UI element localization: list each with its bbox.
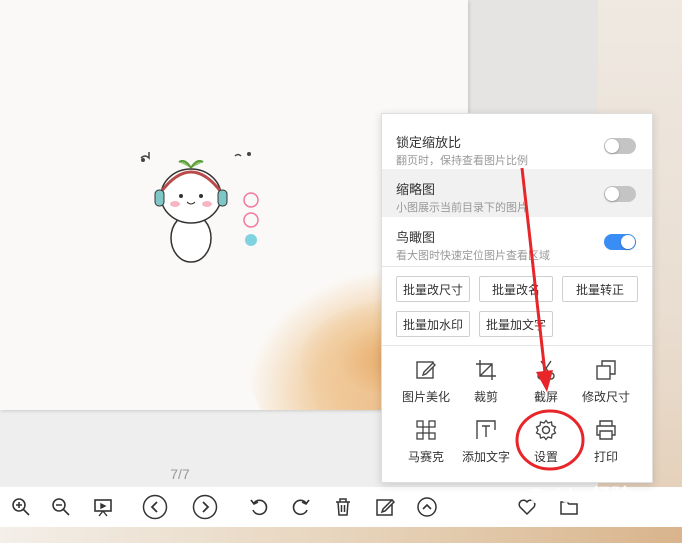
more-icon[interactable] bbox=[414, 494, 440, 520]
settings-panel: 锁定缩放比 翻页时，保持查看图片比例 缩略图 小图展示当前目录下的图片 鸟瞰图 … bbox=[381, 113, 653, 483]
crop-icon bbox=[476, 360, 496, 380]
batch-rename-button[interactable]: 批量改名 bbox=[479, 276, 553, 302]
thumbnail-title: 缩略图 bbox=[396, 183, 436, 198]
beautify-label: 图片美化 bbox=[401, 390, 450, 404]
lock-zoom-toggle[interactable] bbox=[604, 138, 636, 154]
background-strip bbox=[0, 527, 682, 543]
birdseye-row[interactable]: 鸟瞰图 看大图时快速定位图片查看区域 bbox=[382, 217, 652, 265]
beautify-tool[interactable]: 图片美化 bbox=[396, 358, 456, 410]
crop-label: 裁剪 bbox=[473, 390, 498, 404]
watermark-text: Baidu 经验 bbox=[530, 486, 632, 508]
scissors-icon bbox=[537, 360, 555, 380]
resize-label: 修改尺寸 bbox=[581, 390, 630, 404]
lock-zoom-row[interactable]: 锁定缩放比 翻页时，保持查看图片比例 bbox=[382, 114, 652, 167]
birdseye-toggle[interactable] bbox=[604, 234, 636, 250]
batch-add-text-button[interactable]: 批量加文字 bbox=[479, 311, 553, 337]
rotate-left-icon[interactable] bbox=[246, 494, 272, 520]
toggle-knob bbox=[605, 139, 619, 153]
lock-zoom-title: 锁定缩放比 bbox=[396, 136, 462, 151]
delete-icon[interactable] bbox=[330, 494, 356, 520]
birdseye-title: 鸟瞰图 bbox=[396, 231, 436, 246]
mosaic-tool[interactable]: 马赛克 bbox=[396, 418, 456, 470]
divider bbox=[382, 266, 652, 267]
add-text-tool[interactable]: 添加文字 bbox=[456, 418, 516, 470]
zoom-in-icon[interactable] bbox=[8, 494, 34, 520]
next-icon[interactable] bbox=[192, 494, 218, 520]
thumbnail-toggle[interactable] bbox=[604, 186, 636, 202]
batch-watermark-button[interactable]: 批量加水印 bbox=[396, 311, 470, 337]
side-strip bbox=[468, 0, 598, 120]
print-tool[interactable]: 打印 bbox=[576, 418, 636, 470]
edit-icon[interactable] bbox=[372, 494, 398, 520]
batch-rotate-button[interactable]: 批量转正 bbox=[562, 276, 638, 302]
edit-icon bbox=[416, 361, 436, 379]
thumbnail-desc: 小图展示当前目录下的图片 bbox=[396, 201, 528, 214]
toggle-knob bbox=[621, 235, 635, 249]
mosaic-icon bbox=[416, 420, 436, 440]
print-label: 打印 bbox=[593, 450, 618, 464]
page-counter: 7/7 bbox=[170, 466, 190, 482]
settings-label: 设置 bbox=[533, 450, 558, 464]
zoom-out-icon[interactable] bbox=[48, 494, 74, 520]
add-text-icon bbox=[476, 420, 496, 439]
prev-icon[interactable] bbox=[142, 494, 168, 520]
divider bbox=[382, 345, 652, 346]
resize-tool[interactable]: 修改尺寸 bbox=[576, 358, 636, 410]
sticker-illustration bbox=[140, 152, 259, 263]
birdseye-desc: 看大图时快速定位图片查看区域 bbox=[396, 249, 550, 262]
rotate-right-icon[interactable] bbox=[288, 494, 314, 520]
settings-tool[interactable]: 设置 bbox=[516, 418, 576, 470]
thumbnail-row[interactable]: 缩略图 小图展示当前目录下的图片 bbox=[382, 169, 652, 217]
gear-icon bbox=[535, 419, 557, 441]
toggle-knob bbox=[605, 187, 619, 201]
lock-zoom-desc: 翻页时，保持查看图片比例 bbox=[396, 154, 528, 167]
screenshot-label: 截屏 bbox=[533, 390, 558, 404]
crop-tool[interactable]: 裁剪 bbox=[456, 358, 516, 410]
batch-resize-button[interactable]: 批量改尺寸 bbox=[396, 276, 470, 302]
slideshow-icon[interactable] bbox=[90, 494, 116, 520]
resize-icon bbox=[596, 360, 616, 380]
printer-icon bbox=[596, 420, 616, 440]
mosaic-label: 马赛克 bbox=[407, 450, 444, 464]
screenshot-tool[interactable]: 截屏 bbox=[516, 358, 576, 410]
add-text-label: 添加文字 bbox=[461, 450, 510, 464]
